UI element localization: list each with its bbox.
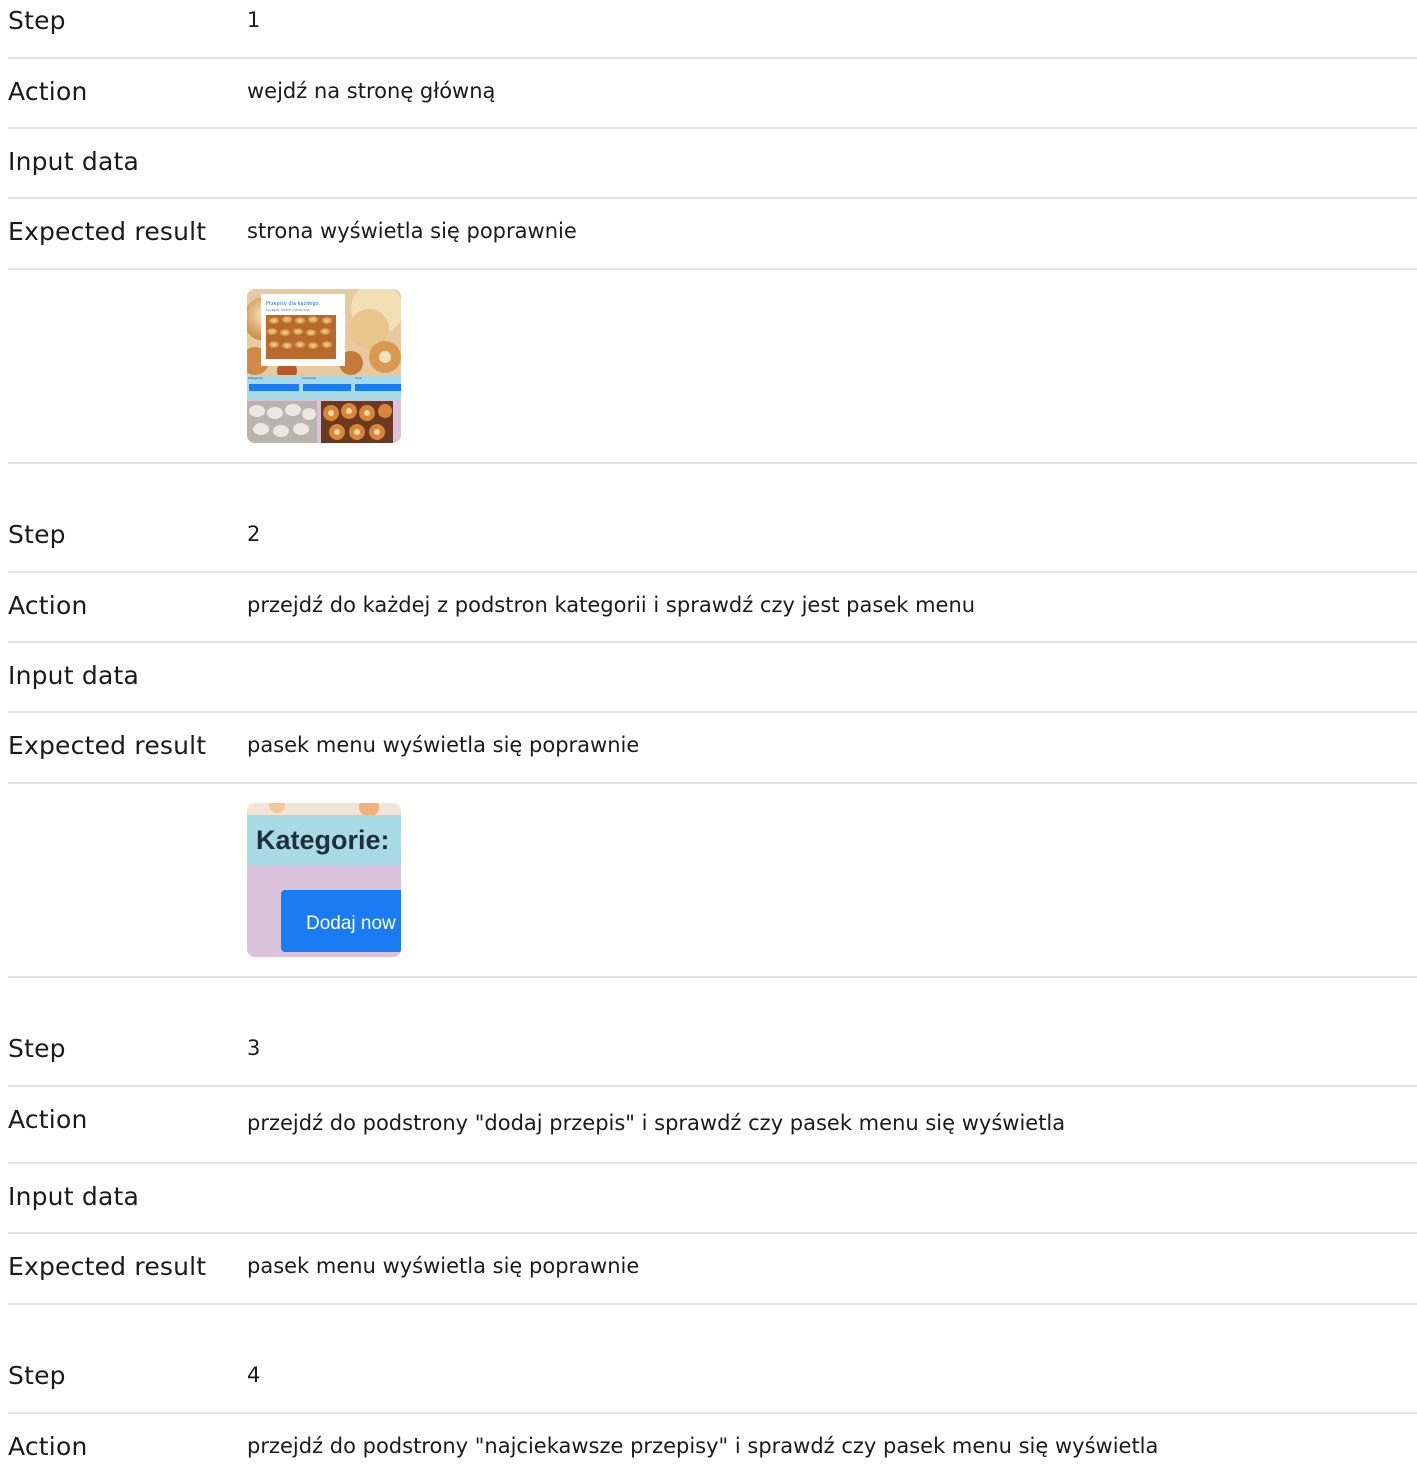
step-label: Step <box>8 1034 66 1063</box>
menu-screenshot-thumbnail[interactable]: Kategorie: Dodaj now <box>247 803 401 957</box>
input-data-row: Input data <box>8 1164 1417 1234</box>
step-number: 3 <box>247 1036 261 1060</box>
hero-title: Przepisy dla każdego. <box>266 301 321 307</box>
action-row: Action przejdź do podstrony "dodaj przep… <box>8 1087 1417 1164</box>
expected-result-value: pasek menu wyświetla się poprawnie <box>247 1254 640 1278</box>
hero-subtitle: szybkie, łatwe i smaczne <box>266 308 310 312</box>
menu-screenshot-image: Kategorie: Dodaj now <box>247 803 401 957</box>
step-label: Step <box>8 520 66 549</box>
menu-heading: Kategorie: <box>256 825 390 855</box>
step-row: Step 1 <box>8 0 1417 59</box>
action-value: przejdź do każdej z podstron kategorii i… <box>247 593 976 617</box>
action-label: Action <box>8 1105 88 1134</box>
action-row: Action wejdź na stronę główną <box>8 59 1417 129</box>
expected-result-value: pasek menu wyświetla się poprawnie <box>247 733 640 757</box>
step-number: 4 <box>247 1363 261 1387</box>
step-number: 1 <box>247 8 261 32</box>
action-value: przejdź do podstrony "dodaj przepis" i s… <box>247 1111 1066 1135</box>
nav-item: Kategorie <box>248 376 263 380</box>
input-data-row: Input data <box>8 643 1417 713</box>
nav-item: Smaczne <box>302 376 316 380</box>
expected-result-row: Expected result pasek menu wyświetla się… <box>8 1234 1417 1305</box>
homepage-screenshot-thumbnail[interactable]: Przepisy dla każdego. szybkie, łatwe i s… <box>247 289 401 443</box>
expected-result-label: Expected result <box>8 731 207 760</box>
step-label: Step <box>8 1361 66 1390</box>
input-data-label: Input data <box>8 147 139 176</box>
step-number: 2 <box>247 522 261 546</box>
step-row: Step 2 <box>8 464 1417 573</box>
expected-result-row: Expected result strona wyświetla się pop… <box>8 199 1417 270</box>
step-row: Step 4 <box>8 1305 1417 1414</box>
step-row: Step 3 <box>8 978 1417 1087</box>
homepage-screenshot-image: Przepisy dla każdego. szybkie, łatwe i s… <box>247 289 401 443</box>
action-row: Action przejdź do każdej z podstron kate… <box>8 573 1417 643</box>
action-value: przejdź do podstrony "najciekawsze przep… <box>247 1434 1159 1458</box>
expected-result-label: Expected result <box>8 217 207 246</box>
expected-result-label: Expected result <box>8 1252 207 1281</box>
input-data-label: Input data <box>8 661 139 690</box>
add-new-button-label: Dodaj now <box>306 913 396 934</box>
expected-result-row: Expected result pasek menu wyświetla się… <box>8 713 1417 784</box>
screenshot-row: Kategorie: Dodaj now <box>8 784 1417 978</box>
input-data-label: Input data <box>8 1182 139 1211</box>
screenshot-row: Przepisy dla każdego. szybkie, łatwe i s… <box>8 270 1417 464</box>
step-label: Step <box>8 6 66 35</box>
nav-item: Inne <box>355 376 362 380</box>
test-steps-table: Step 1 Action wejdź na stronę główną Inp… <box>0 0 1417 1481</box>
action-row: Action przejdź do podstrony "najciekawsz… <box>8 1414 1417 1481</box>
action-value: wejdź na stronę główną <box>247 79 496 103</box>
action-label: Action <box>8 77 88 106</box>
input-data-row: Input data <box>8 129 1417 199</box>
expected-result-value: strona wyświetla się poprawnie <box>247 219 577 243</box>
action-label: Action <box>8 591 88 620</box>
action-label: Action <box>8 1432 88 1461</box>
